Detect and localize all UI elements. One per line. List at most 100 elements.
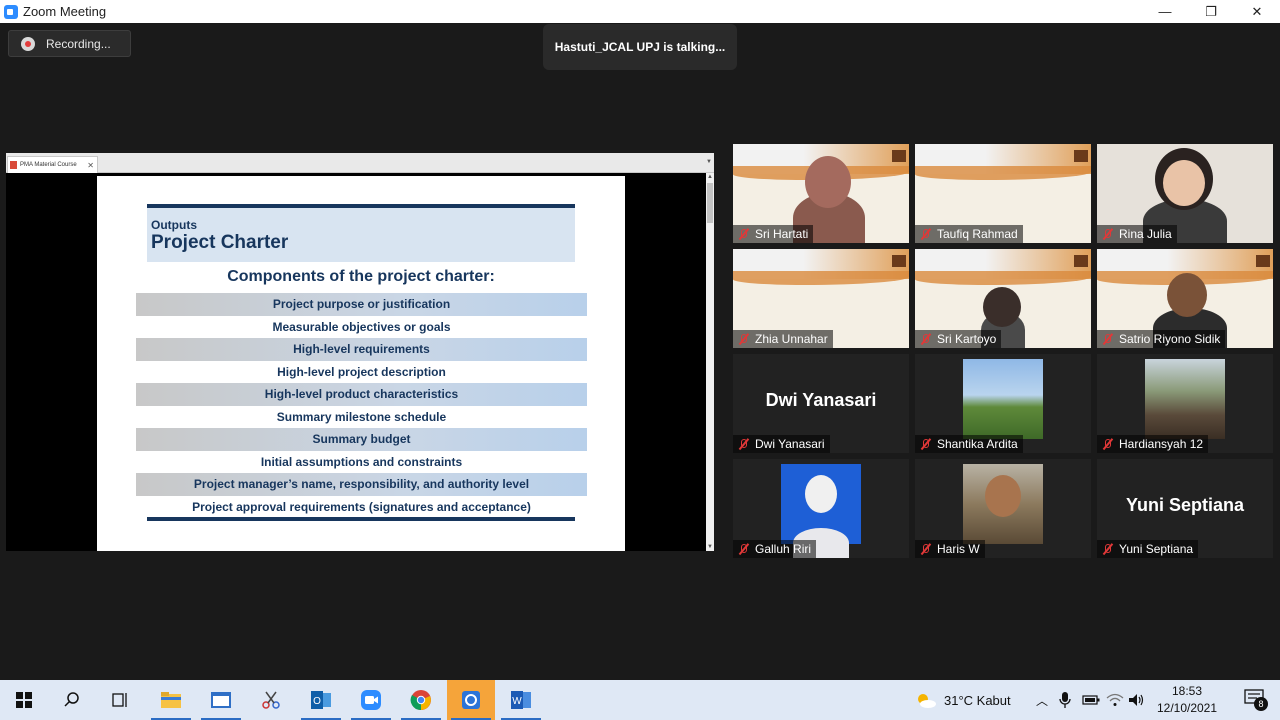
participant-name: Shantika Ardita bbox=[937, 437, 1018, 451]
slide-row: Summary budget bbox=[136, 428, 587, 451]
camera-app-icon bbox=[462, 691, 480, 709]
participant-tile[interactable]: Zhia Unnahar bbox=[733, 249, 909, 348]
participant-name-label: Rina Julia bbox=[1097, 225, 1177, 243]
slide-row: High-level product characteristics bbox=[136, 383, 587, 406]
scroll-thumb[interactable] bbox=[707, 183, 713, 223]
outlook-icon: O bbox=[311, 691, 331, 709]
tray-overflow-button[interactable]: ︿ bbox=[1036, 680, 1048, 720]
taskbar-clock[interactable]: 18:53 12/10/2021 bbox=[1152, 683, 1222, 717]
tab-close-icon[interactable]: ✕ bbox=[87, 161, 94, 170]
taskbar-app-window[interactable] bbox=[197, 680, 245, 720]
participant-name: Galluh Riri bbox=[755, 542, 812, 556]
participant-name: Rina Julia bbox=[1119, 227, 1172, 241]
participant-name-label: Shantika Ardita bbox=[915, 435, 1023, 453]
participant-name-label: Hardiansyah 12 bbox=[1097, 435, 1209, 453]
task-view-button[interactable] bbox=[96, 680, 144, 720]
taskbar-outlook[interactable]: O bbox=[297, 680, 345, 720]
window-app-icon bbox=[211, 692, 231, 708]
participant-name-label: Dwi Yanasari bbox=[733, 435, 830, 453]
restore-button[interactable]: ❐ bbox=[1188, 0, 1234, 23]
virtual-background-wave bbox=[915, 271, 1091, 285]
participant-name: Sri Kartoyo bbox=[937, 332, 997, 346]
participant-photo bbox=[1145, 359, 1225, 439]
participant-name-label: Taufiq Rahmad bbox=[915, 225, 1023, 243]
slide-row: Summary milestone schedule bbox=[276, 409, 447, 424]
participant-tile[interactable]: Dwi Yanasari Dwi Yanasari bbox=[733, 354, 909, 453]
svg-text:W: W bbox=[512, 696, 522, 707]
participant-tile[interactable]: Shantika Ardita bbox=[915, 354, 1091, 453]
participant-name: Sri Hartati bbox=[755, 227, 809, 241]
participant-display-name: Yuni Septiana bbox=[1125, 495, 1245, 515]
virtual-background-wave bbox=[733, 271, 909, 285]
taskbar-chrome[interactable] bbox=[397, 680, 445, 720]
mic-muted-icon bbox=[1101, 543, 1114, 555]
shared-tab-bar: PMA Material Course ✕ ▼ bbox=[6, 153, 714, 173]
search-button[interactable] bbox=[48, 680, 96, 720]
notification-center-button[interactable]: 8 bbox=[1244, 689, 1268, 711]
participant-name: Taufiq Rahmad bbox=[937, 227, 1018, 241]
zoom-app-icon bbox=[4, 4, 18, 19]
tray-battery[interactable] bbox=[1082, 680, 1100, 720]
participant-name: Haris W bbox=[937, 542, 980, 556]
tray-microphone[interactable] bbox=[1058, 680, 1072, 720]
window-title: Zoom Meeting bbox=[23, 4, 107, 19]
wifi-icon bbox=[1106, 693, 1124, 706]
mic-muted-icon bbox=[919, 228, 932, 240]
participant-tile[interactable]: Hardiansyah 12 bbox=[1097, 354, 1273, 453]
mic-muted-icon bbox=[1101, 438, 1114, 450]
tab-dropdown-icon[interactable]: ▼ bbox=[706, 159, 712, 165]
participant-name-label: Zhia Unnahar bbox=[733, 330, 833, 348]
taskbar-snip-app[interactable] bbox=[247, 680, 295, 720]
mic-muted-icon bbox=[919, 333, 932, 345]
participant-tile[interactable]: Galluh Riri bbox=[733, 459, 909, 558]
zoom-icon bbox=[361, 690, 381, 710]
taskbar-word[interactable]: W bbox=[497, 680, 545, 720]
shared-scrollbar[interactable]: ▲ ▼ bbox=[706, 173, 714, 551]
shared-document-tab[interactable]: PMA Material Course ✕ bbox=[7, 156, 98, 173]
mic-muted-icon bbox=[737, 543, 750, 555]
mic-muted-icon bbox=[919, 543, 932, 555]
taskbar-zoom[interactable] bbox=[347, 680, 395, 720]
participant-tile[interactable]: Taufiq Rahmad bbox=[915, 144, 1091, 243]
banner-logo bbox=[892, 255, 906, 267]
participant-name-label: Galluh Riri bbox=[733, 540, 817, 558]
speaker-icon bbox=[1129, 694, 1144, 706]
shared-screen[interactable]: PMA Material Course ✕ ▼ ▲ ▼ Outputs Proj… bbox=[6, 153, 714, 551]
slide-row: Measurable objectives or goals bbox=[272, 319, 451, 334]
close-button[interactable]: ✕ bbox=[1234, 0, 1280, 23]
slide-title: Project Charter bbox=[151, 232, 289, 253]
weather-text: 31°C Kabut bbox=[944, 692, 1011, 708]
participant-tile[interactable]: Sri Kartoyo bbox=[915, 249, 1091, 348]
tray-volume[interactable] bbox=[1128, 680, 1146, 720]
participant-tile[interactable]: Haris W bbox=[915, 459, 1091, 558]
start-button[interactable] bbox=[0, 680, 48, 720]
participant-tile[interactable]: Rina Julia bbox=[1097, 144, 1273, 243]
scroll-up-icon[interactable]: ▲ bbox=[707, 174, 713, 180]
participant-head bbox=[805, 475, 837, 513]
participant-photo bbox=[963, 359, 1043, 439]
slide-row: High-level requirements bbox=[136, 338, 587, 361]
windows-icon bbox=[16, 692, 32, 708]
slide-subtitle: Components of the project charter: bbox=[227, 268, 495, 285]
participant-tile[interactable]: Sri Hartati bbox=[733, 144, 909, 243]
chrome-icon bbox=[410, 690, 431, 711]
slide-component-list: Project purpose or justification Measura… bbox=[136, 293, 587, 518]
taskbar-active-app[interactable] bbox=[447, 680, 495, 720]
slide-row: Project manager’s name, responsibility, … bbox=[136, 473, 587, 496]
participant-name: Dwi Yanasari bbox=[755, 437, 825, 451]
scroll-down-icon[interactable]: ▼ bbox=[707, 544, 713, 550]
weather-widget[interactable]: 31°C Kabut bbox=[914, 680, 1011, 720]
recording-indicator[interactable]: Recording... bbox=[8, 30, 131, 57]
presentation-slide: Outputs Project Charter Components of th… bbox=[97, 176, 625, 551]
chevron-up-icon: ︿ bbox=[1036, 693, 1049, 708]
mic-muted-icon bbox=[1101, 333, 1114, 345]
minimize-button[interactable]: — bbox=[1142, 0, 1188, 23]
participant-tile[interactable]: Satrio Riyono Sidik bbox=[1097, 249, 1273, 348]
participant-tile[interactable]: Yuni Septiana Yuni Septiana bbox=[1097, 459, 1273, 558]
tray-network[interactable] bbox=[1106, 680, 1124, 720]
slide-row: Project purpose or justification bbox=[136, 293, 587, 316]
taskbar-file-explorer[interactable] bbox=[147, 680, 195, 720]
scissors-icon bbox=[262, 691, 280, 709]
participant-name: Hardiansyah 12 bbox=[1119, 437, 1204, 451]
microphone-icon bbox=[1059, 692, 1071, 708]
